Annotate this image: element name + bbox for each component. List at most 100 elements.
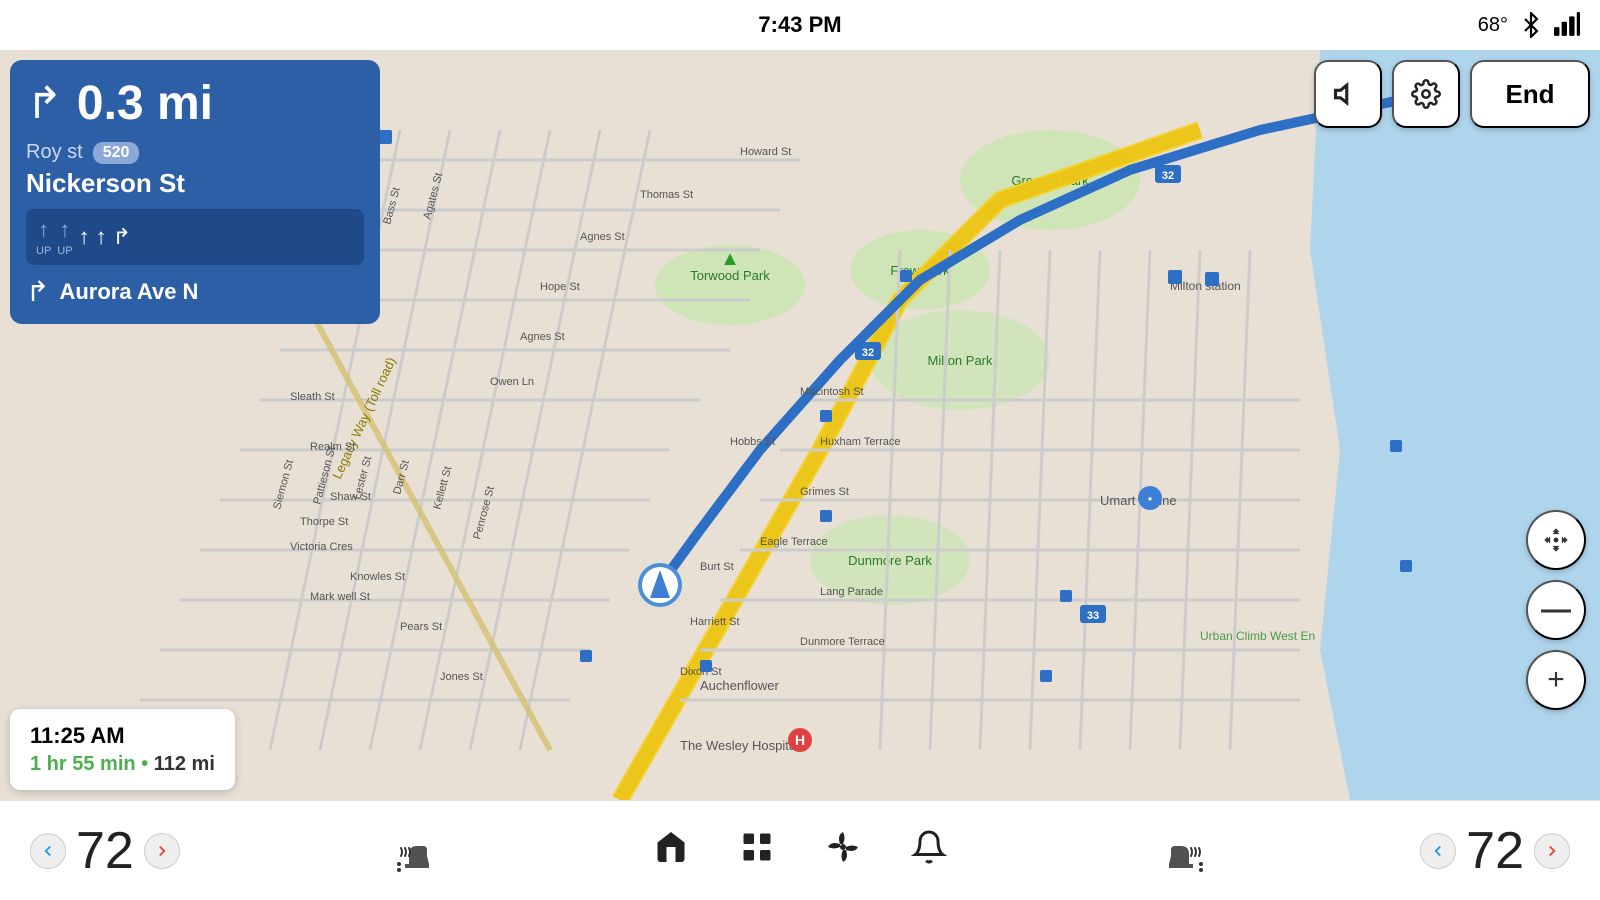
signal-icon <box>1554 12 1580 38</box>
svg-text:32: 32 <box>1162 170 1174 182</box>
svg-text:Lang Parade: Lang Parade <box>820 586 883 598</box>
svg-text:Thorpe St: Thorpe St <box>300 516 348 528</box>
right-temp-decrease-button[interactable] <box>1420 833 1456 869</box>
route-badge: 520 <box>93 142 140 164</box>
lane-5: ↱ <box>113 224 131 250</box>
zoom-out-button[interactable]: — <box>1526 580 1586 640</box>
right-heat-seat-icon <box>1159 826 1209 876</box>
svg-text:Urban Climb West En: Urban Climb West En <box>1200 629 1315 643</box>
navigation-card: ↱ 0.3 mi Roy st 520 Nickerson St ↑ UP ↑ … <box>10 60 380 324</box>
lanes-display: ↑ UP ↑ UP ↑ ↑ ↱ <box>26 209 364 265</box>
eta-distance: 112 mi <box>154 753 215 775</box>
right-controls: — + <box>1526 510 1586 710</box>
status-bar: 7:43 PM 68° <box>0 0 1600 50</box>
svg-text:Victoria Cres: Victoria Cres <box>290 541 353 553</box>
right-temperature-display: 72 <box>1466 821 1524 881</box>
lane-2: ↑ UP <box>57 217 72 257</box>
svg-text:Agnes St: Agnes St <box>580 231 625 243</box>
svg-text:Harriett St: Harriett St <box>690 616 740 628</box>
top-controls: End <box>1314 60 1590 128</box>
left-heat-seat-icon <box>391 826 441 876</box>
gear-icon <box>1411 79 1441 109</box>
svg-text:Pears St: Pears St <box>400 621 442 633</box>
left-temp-control: 72 <box>30 821 180 881</box>
next-street-name: Aurora Ave N <box>59 279 198 305</box>
street-name-small: Roy st <box>26 141 83 164</box>
left-temp-decrease-button[interactable] <box>30 833 66 869</box>
eta-duration: 1 hr 55 min <box>30 753 136 775</box>
svg-text:Macintosh St: Macintosh St <box>800 386 864 398</box>
svg-text:•: • <box>1148 492 1152 506</box>
eta-details: 1 hr 55 min • 112 mi <box>30 753 215 776</box>
right-arrow-2-icon <box>1543 842 1561 860</box>
svg-text:Auchenflower: Auchenflower <box>700 678 779 693</box>
svg-text:Sleath St: Sleath St <box>290 391 335 403</box>
svg-text:Thomas St: Thomas St <box>640 189 693 201</box>
bluetooth-icon <box>1518 12 1544 38</box>
eta-arrival-time: 11:25 AM <box>30 723 215 749</box>
notification-button[interactable] <box>911 829 947 873</box>
right-temp-control: 72 <box>1420 821 1570 881</box>
eta-card: 11:25 AM 1 hr 55 min • 112 mi <box>10 709 235 790</box>
svg-text:Hobbs St: Hobbs St <box>730 436 775 448</box>
status-time: 7:43 PM <box>758 12 841 38</box>
svg-text:Hope St: Hope St <box>540 281 580 293</box>
next-street-row: ↱ Aurora Ave N <box>26 275 364 308</box>
svg-text:Milton Park: Milton Park <box>927 353 993 368</box>
left-arrow-icon <box>39 842 57 860</box>
svg-text:Knowles St: Knowles St <box>350 571 405 583</box>
move-icon <box>1542 526 1570 554</box>
status-right-icons: 68° <box>1478 12 1580 38</box>
left-temp-increase-button[interactable] <box>144 833 180 869</box>
svg-text:Burt St: Burt St <box>700 561 734 573</box>
svg-text:The Wesley Hospital: The Wesley Hospital <box>680 738 799 753</box>
lane-label-2: UP <box>57 245 72 257</box>
lane-4: ↑ <box>96 224 107 250</box>
home-button[interactable] <box>653 829 689 873</box>
svg-text:Huxham Terrace: Huxham Terrace <box>820 436 901 448</box>
turn-arrow-icon: ↱ <box>26 78 63 129</box>
next-turn-arrow-icon: ↱ <box>26 275 49 308</box>
end-label: End <box>1505 79 1554 110</box>
svg-text:Eagle Terrace: Eagle Terrace <box>760 536 828 548</box>
mute-icon <box>1333 79 1363 109</box>
svg-text:H: H <box>795 732 805 748</box>
distance-display: 0.3 mi <box>77 76 213 131</box>
svg-text:Dunmore Terrace: Dunmore Terrace <box>800 636 885 648</box>
bottom-center-icons <box>653 829 947 873</box>
svg-text:Howard St: Howard St <box>740 146 791 158</box>
settings-button[interactable] <box>1392 60 1460 128</box>
zoom-in-button[interactable]: + <box>1526 650 1586 710</box>
right-temp-increase-button[interactable] <box>1534 833 1570 869</box>
lane-3: ↑ <box>79 224 90 250</box>
lane-label-1: UP <box>36 245 51 257</box>
fan-button[interactable] <box>825 829 861 873</box>
lane-arrow-3: ↑ <box>79 224 90 250</box>
svg-text:Jones St: Jones St <box>440 671 483 683</box>
svg-text:Grimes St: Grimes St <box>800 486 849 498</box>
lane-arrow-1: ↑ <box>38 217 49 243</box>
svg-text:Agnes St: Agnes St <box>520 331 565 343</box>
street-name-main: Nickerson St <box>26 168 364 199</box>
mute-button[interactable] <box>1314 60 1382 128</box>
lane-arrow-4: ↑ <box>96 224 107 250</box>
svg-text:Torwood Park: Torwood Park <box>690 268 770 283</box>
eta-separator: • <box>141 753 154 775</box>
svg-text:Dunmore Park: Dunmore Park <box>848 553 932 568</box>
bottom-bar: 72 <box>0 800 1600 900</box>
end-navigation-button[interactable]: End <box>1470 60 1590 128</box>
svg-text:Owen Ln: Owen Ln <box>490 376 534 388</box>
lane-1: ↑ UP <box>36 217 51 257</box>
lane-arrow-5: ↱ <box>113 224 131 250</box>
grid-button[interactable] <box>739 829 775 873</box>
lane-arrow-2: ↑ <box>59 217 70 243</box>
right-arrow-icon <box>153 842 171 860</box>
map-area[interactable]: Gregory Park Frew Park Torwood Park ▲ Mi… <box>0 50 1600 800</box>
svg-text:Mark well St: Mark well St <box>310 591 370 603</box>
svg-text:32: 32 <box>862 347 874 359</box>
svg-text:33: 33 <box>1087 610 1099 622</box>
left-arrow-2-icon <box>1429 842 1447 860</box>
recenter-button[interactable] <box>1526 510 1586 570</box>
left-temperature-display: 72 <box>76 821 134 881</box>
status-temperature: 68° <box>1478 14 1508 37</box>
